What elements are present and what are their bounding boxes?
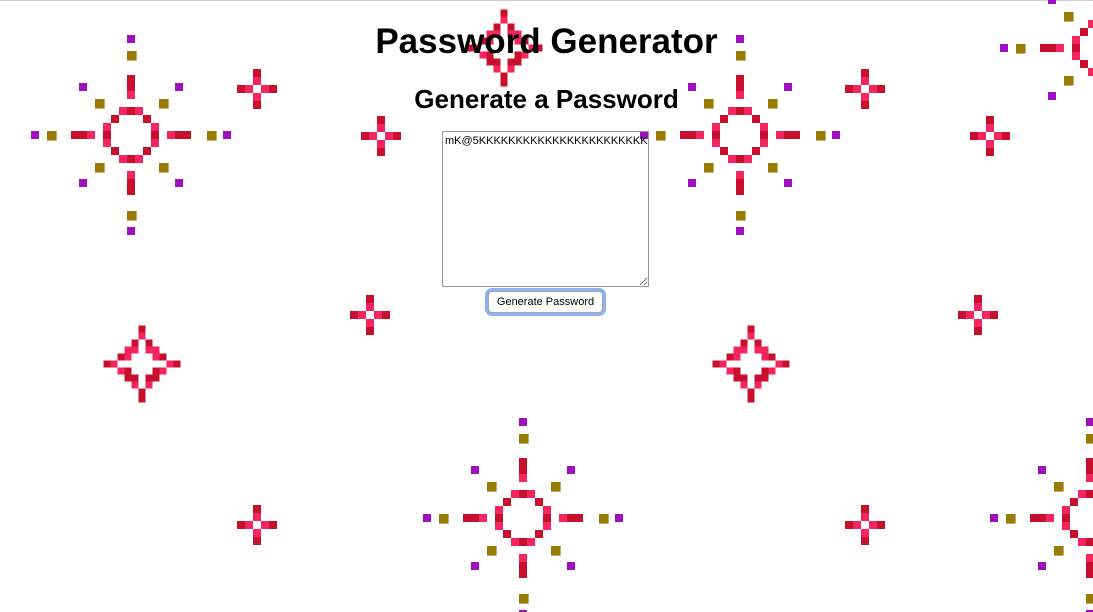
generate-password-button[interactable]: Generate Password bbox=[488, 291, 603, 313]
small-sparkle bbox=[350, 295, 390, 335]
starburst-sparkle bbox=[640, 35, 840, 235]
small-sparkle bbox=[845, 505, 885, 545]
small-sparkle bbox=[361, 116, 401, 156]
diamond-sparkle bbox=[103, 325, 181, 403]
starburst-sparkle bbox=[31, 35, 231, 235]
password-output-textarea[interactable]: mK@5KKKKKKKKKKKKKKKKKKKKKKK bbox=[442, 131, 649, 287]
starburst-sparkle bbox=[423, 418, 623, 612]
page-title: Password Generator bbox=[375, 22, 718, 61]
small-sparkle bbox=[237, 505, 277, 545]
small-sparkle bbox=[958, 295, 998, 335]
section-heading: Generate a Password bbox=[414, 84, 679, 114]
small-sparkle bbox=[970, 116, 1010, 156]
page: Password Generator Generate a Password m… bbox=[0, 0, 1093, 612]
starburst-sparkle bbox=[990, 418, 1093, 612]
diamond-sparkle bbox=[712, 325, 790, 403]
